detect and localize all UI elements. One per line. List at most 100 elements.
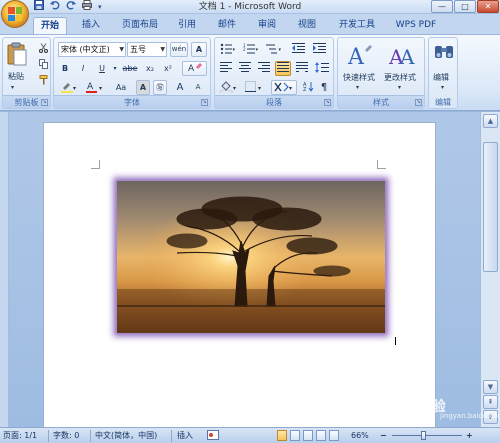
borders-button[interactable]: ▾ <box>243 80 265 95</box>
sunset-tree-image <box>117 181 385 333</box>
scroll-up-icon[interactable]: ▲ <box>483 114 498 128</box>
align-center-icon <box>239 62 251 72</box>
print-layout-view-icon[interactable] <box>277 430 287 441</box>
editing-button[interactable] <box>434 42 454 63</box>
group-font-label: 字体 <box>54 95 210 108</box>
numbering-button[interactable]: 1 2 ▾ <box>241 42 261 57</box>
zoom-level[interactable]: 66% <box>351 430 369 442</box>
align-right-button[interactable] <box>256 61 272 76</box>
bold-button[interactable]: B <box>58 61 72 76</box>
paint-bucket-icon: ▾ <box>219 81 236 94</box>
tab-view[interactable]: 视图 <box>292 17 322 34</box>
enclose-char-button[interactable]: ㊢ <box>153 80 167 95</box>
bullet-list-icon: ▾ <box>220 43 236 54</box>
quick-styles-button[interactable]: A <box>346 42 374 71</box>
paste-dropdown-icon[interactable]: ▾ <box>11 84 14 91</box>
scroll-thumb[interactable] <box>483 142 498 272</box>
tab-references[interactable]: 引用 <box>172 17 202 34</box>
chinese-layout-button[interactable]: ▾ <box>271 80 297 95</box>
prev-page-icon[interactable]: ⇞ <box>483 395 498 409</box>
maximize-button[interactable]: □ <box>454 0 476 13</box>
inserted-picture[interactable] <box>117 181 385 333</box>
show-marks-button[interactable]: ¶ <box>317 80 331 95</box>
shrink-font-button[interactable]: A <box>190 80 206 95</box>
multilevel-list-icon: ▾ <box>266 44 282 54</box>
status-word-count[interactable]: 字数: 0 <box>53 430 79 442</box>
tab-developer[interactable]: 开发工具 <box>333 17 381 34</box>
format-painter-icon[interactable] <box>37 74 49 89</box>
status-insert-mode[interactable]: 插入 <box>177 430 193 442</box>
indent-icon <box>312 43 326 53</box>
align-left-button[interactable] <box>218 61 234 76</box>
font-color-button[interactable]: A ▾ <box>84 80 106 95</box>
numbered-list-icon: 12 ▾ <box>243 43 259 54</box>
cut-icon[interactable] <box>37 42 49 57</box>
multilevel-list-button[interactable]: ▾ <box>264 42 284 57</box>
office-logo-icon <box>8 7 22 21</box>
svg-text:▾: ▾ <box>258 85 261 92</box>
sort-icon: AZ <box>303 82 313 93</box>
tab-wps-pdf[interactable]: WPS PDF <box>390 17 442 34</box>
group-styles-label: 样式 <box>338 95 424 108</box>
font-family-select[interactable]: 宋体 (中文正) ▼ <box>58 42 126 57</box>
paste-button[interactable] <box>7 42 27 69</box>
underline-dropdown-icon[interactable]: ▾ <box>112 61 118 76</box>
font-launcher-icon[interactable]: ↘ <box>201 99 208 106</box>
char-shading-button[interactable]: A <box>136 80 150 95</box>
close-button[interactable]: ✕ <box>477 0 499 13</box>
clear-format-button[interactable]: A <box>182 61 207 76</box>
tab-review[interactable]: 审阅 <box>252 17 282 34</box>
group-styles: A 快速样式 ▾ A A 更改样式 ▾ 样式 ↘ <box>337 37 425 109</box>
macro-record-icon[interactable] <box>207 430 219 443</box>
strikethrough-button[interactable]: abe <box>120 61 140 76</box>
increase-indent-button[interactable] <box>310 42 328 57</box>
highlight-button[interactable]: ▾ <box>58 80 80 95</box>
zoom-slider[interactable] <box>392 435 462 436</box>
svg-text:A: A <box>87 82 94 92</box>
underline-button[interactable]: U <box>94 61 110 76</box>
ribbon-tab-row: 开始 插入 页面布局 引用 邮件 审阅 视图 开发工具 WPS PDF <box>0 14 500 34</box>
zoom-out-button[interactable]: − <box>380 430 387 442</box>
zoom-slider-handle[interactable] <box>421 431 426 440</box>
vertical-scrollbar[interactable]: ▲ ▼ ⇞ ⇟ <box>480 112 500 427</box>
paragraph-launcher-icon[interactable]: ↘ <box>324 99 331 106</box>
char-border-button[interactable]: A <box>191 42 207 57</box>
styles-launcher-icon[interactable]: ↘ <box>415 99 422 106</box>
subscript-button[interactable]: x₂ <box>142 61 158 76</box>
font-size-value: 五号 <box>130 45 146 54</box>
full-screen-reading-view-icon[interactable] <box>290 430 300 441</box>
decrease-indent-button[interactable] <box>289 42 307 57</box>
shading-button[interactable]: ▾ <box>218 80 240 95</box>
clipboard-launcher-icon[interactable]: ↘ <box>41 99 48 106</box>
change-case-button[interactable]: Aa <box>110 80 132 95</box>
chevron-down-icon: ▾ <box>398 84 402 91</box>
tab-mailings[interactable]: 邮件 <box>212 17 242 34</box>
document-page[interactable] <box>43 122 436 432</box>
draft-view-icon[interactable] <box>329 430 339 441</box>
phonetic-guide-button[interactable]: wén <box>170 42 188 57</box>
change-styles-button[interactable]: A A <box>388 42 417 71</box>
tab-home[interactable]: 开始 <box>33 17 67 34</box>
justify-button[interactable] <box>275 61 291 76</box>
office-button[interactable] <box>1 0 29 28</box>
distributed-button[interactable] <box>294 61 310 76</box>
scroll-down-icon[interactable]: ▼ <box>483 380 498 394</box>
status-language[interactable]: 中文(简体，中国) <box>95 430 157 442</box>
bullets-button[interactable]: ▾ <box>218 42 238 57</box>
outline-view-icon[interactable] <box>316 430 326 441</box>
italic-button[interactable]: I <box>76 61 90 76</box>
tab-insert[interactable]: 插入 <box>76 17 106 34</box>
grow-font-button[interactable]: A <box>172 80 188 95</box>
sort-button[interactable]: AZ <box>301 80 315 95</box>
status-page-count[interactable]: 页面: 1/1 <box>3 430 37 442</box>
web-layout-view-icon[interactable] <box>303 430 313 441</box>
tab-page-layout[interactable]: 页面布局 <box>116 17 164 34</box>
zoom-in-button[interactable]: + <box>466 430 473 442</box>
copy-icon[interactable] <box>37 58 49 73</box>
superscript-button[interactable]: x² <box>160 61 176 76</box>
line-spacing-button[interactable] <box>313 61 331 76</box>
svg-text:▾: ▾ <box>256 47 259 53</box>
align-center-button[interactable] <box>237 61 253 76</box>
font-size-select[interactable]: 五号 ▼ <box>127 42 167 57</box>
minimize-button[interactable]: — <box>431 0 453 13</box>
